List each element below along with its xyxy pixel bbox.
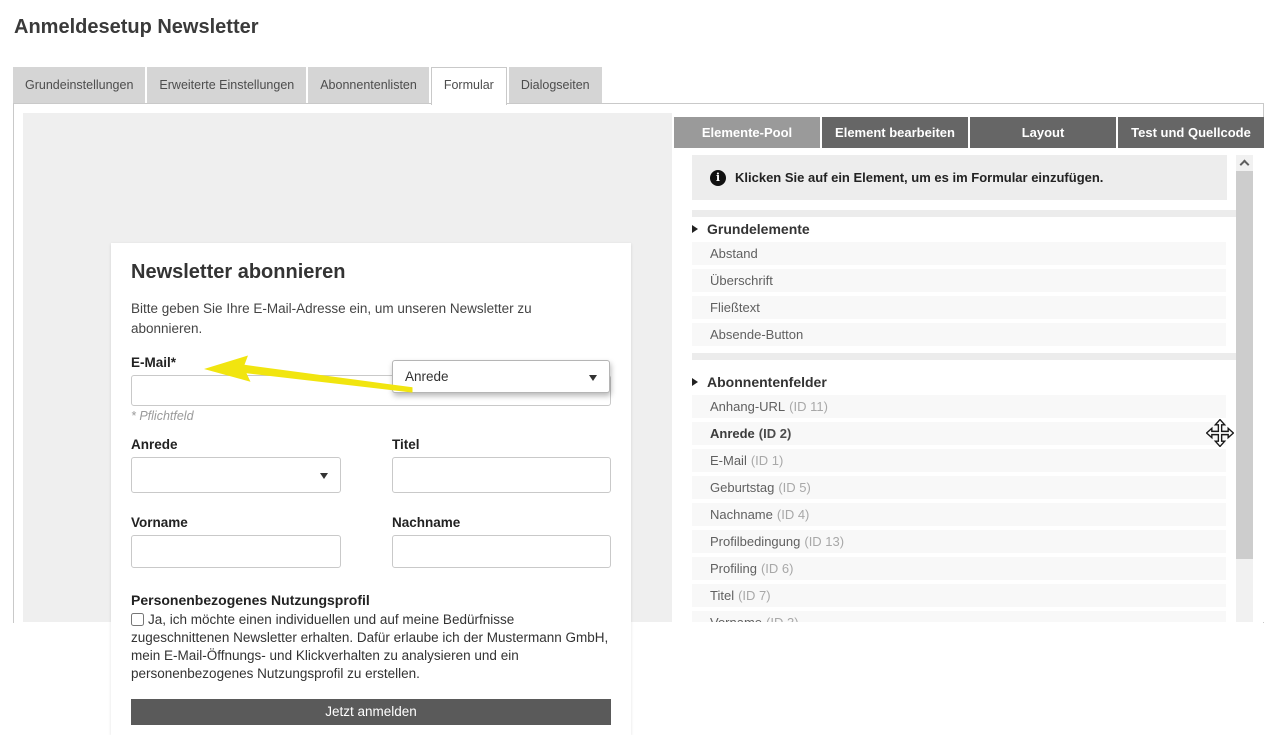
element-name: Überschrift — [710, 273, 773, 288]
list-item-anrede[interactable]: Anrede (ID 2) — [692, 422, 1226, 445]
tab-erweiterte-einstellungen[interactable]: Erweiterte Einstellungen — [147, 67, 306, 103]
element-id: (ID 6) — [761, 561, 794, 576]
element-name: Anrede — [710, 426, 755, 441]
element-name: Nachname — [710, 507, 773, 522]
element-id: (ID 7) — [738, 588, 771, 603]
list-item-titel[interactable]: Titel (ID 7) — [692, 584, 1226, 607]
list-item-absende-button[interactable]: Absende-Button — [692, 323, 1226, 346]
element-name: Anhang-URL — [710, 399, 785, 414]
tab-elemente-pool[interactable]: Elemente-Pool — [674, 117, 820, 148]
page-title: Anmeldesetup Newsletter — [14, 16, 259, 39]
titel-label: Titel — [392, 437, 611, 452]
element-pool-content: i Klicken Sie auf ein Element, um es im … — [674, 148, 1236, 622]
element-name: E-Mail — [710, 453, 747, 468]
list-item-fliesstext[interactable]: Fließtext — [692, 296, 1226, 319]
element-id: (ID 3) — [766, 615, 799, 622]
list-item-email[interactable]: E-Mail (ID 1) — [692, 449, 1226, 472]
tab-formular[interactable]: Formular — [431, 67, 507, 105]
element-name: Abstand — [710, 246, 758, 261]
vorname-field[interactable] — [131, 535, 341, 568]
nachname-label: Nachname — [392, 515, 611, 530]
element-id: (ID 11) — [789, 399, 828, 414]
element-id: (ID 2) — [759, 426, 792, 441]
section-divider — [692, 210, 1236, 217]
profile-section-heading: Personenbezogenes Nutzungsprofil — [131, 592, 611, 608]
section-chevron-icon — [692, 378, 698, 386]
caret-down-icon — [320, 473, 328, 479]
scrollbar-thumb[interactable] — [1236, 171, 1253, 559]
element-name: Vorname — [710, 615, 762, 622]
tab-element-bearbeiten[interactable]: Element bearbeiten — [822, 117, 968, 148]
panel-tab-bar: Elemente-Pool Element bearbeiten Layout … — [674, 117, 1264, 148]
drag-ghost-label: Anrede — [405, 369, 449, 384]
element-name: Profilbedingung — [710, 534, 800, 549]
info-banner-text: Klicken Sie auf ein Element, um es im Fo… — [735, 170, 1103, 185]
element-id: (ID 4) — [777, 507, 810, 522]
list-item-geburtstag[interactable]: Geburtstag (ID 5) — [692, 476, 1226, 499]
titel-field[interactable] — [392, 457, 611, 493]
list-item-ueberschrift[interactable]: Überschrift — [692, 269, 1226, 292]
list-item-profiling[interactable]: Profiling (ID 6) — [692, 557, 1226, 580]
list-item-abstand[interactable]: Abstand — [692, 242, 1226, 265]
section-header-abonnentenfelder[interactable]: Abonnentenfelder — [692, 373, 1236, 391]
list-item-profilbedingung[interactable]: Profilbedingung (ID 13) — [692, 530, 1226, 553]
required-hint: * Pflichtfeld — [131, 409, 611, 423]
panel-scrollbar[interactable] — [1236, 155, 1253, 622]
caret-down-icon — [589, 375, 597, 381]
newsletter-form-card: Newsletter abonnieren Bitte geben Sie Ih… — [111, 243, 631, 735]
element-id: (ID 13) — [804, 534, 844, 549]
submit-button[interactable]: Jetzt anmelden — [131, 699, 611, 725]
tab-dialogseiten[interactable]: Dialogseiten — [509, 67, 602, 103]
setup-tab-bar: Grundeinstellungen Erweiterte Einstellun… — [13, 67, 602, 105]
element-name: Geburtstag — [710, 480, 774, 495]
section-title: Grundelemente — [707, 221, 810, 237]
consent-text: Ja, ich möchte einen individuellen und a… — [131, 612, 608, 681]
tab-abonnentenlisten[interactable]: Abonnentenlisten — [308, 67, 429, 103]
form-intro-text: Bitte geben Sie Ihre E-Mail-Adresse ein,… — [131, 299, 606, 338]
element-name: Fließtext — [710, 300, 760, 315]
section-title: Abonnentenfelder — [707, 374, 827, 390]
element-id: (ID 1) — [751, 453, 784, 468]
consent-checkbox[interactable] — [131, 613, 144, 626]
nachname-field[interactable] — [392, 535, 611, 568]
tab-grundeinstellungen[interactable]: Grundeinstellungen — [13, 67, 145, 103]
chevron-up-icon — [1240, 159, 1250, 169]
element-id: (ID 5) — [778, 480, 811, 495]
drag-ghost-anrede-select: Anrede — [392, 360, 610, 393]
info-banner: i Klicken Sie auf ein Element, um es im … — [692, 155, 1227, 200]
list-item-vorname[interactable]: Vorname (ID 3) — [692, 611, 1226, 622]
element-name: Profiling — [710, 561, 757, 576]
element-name: Absende-Button — [710, 327, 803, 342]
anrede-select[interactable] — [131, 457, 341, 493]
form-title: Newsletter abonnieren — [131, 261, 611, 284]
list-item-nachname[interactable]: Nachname (ID 4) — [692, 503, 1226, 526]
scroll-up-button[interactable] — [1236, 155, 1253, 170]
section-divider — [692, 353, 1236, 360]
section-chevron-icon — [692, 225, 698, 233]
tab-test-und-quellcode[interactable]: Test und Quellcode — [1118, 117, 1264, 148]
element-name: Titel — [710, 588, 734, 603]
list-item-anhang-url[interactable]: Anhang-URL (ID 11) — [692, 395, 1226, 418]
section-header-grundelemente[interactable]: Grundelemente — [692, 220, 1236, 238]
info-icon: i — [710, 170, 726, 186]
form-editor-panel: Elemente-Pool Element bearbeiten Layout … — [674, 117, 1264, 622]
anrede-label: Anrede — [131, 437, 341, 452]
tab-layout[interactable]: Layout — [970, 117, 1116, 148]
vorname-label: Vorname — [131, 515, 341, 530]
